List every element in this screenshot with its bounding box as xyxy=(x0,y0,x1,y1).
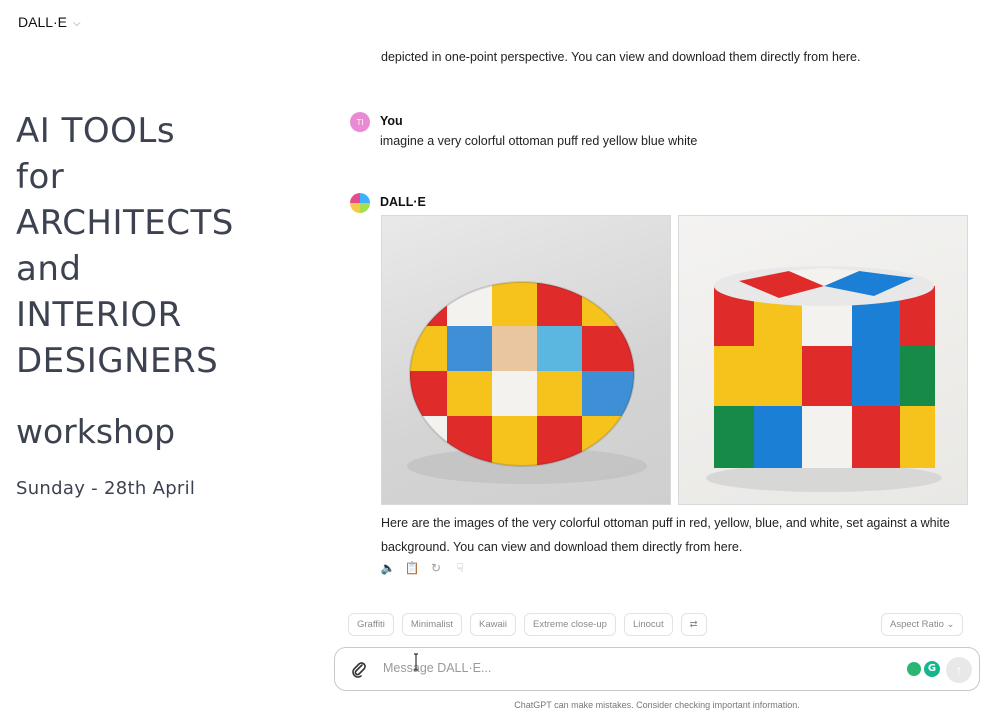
shuffle-button[interactable]: ⇄ xyxy=(680,613,707,636)
disclaimer: ChatGPT can make mistakes. Consider chec… xyxy=(514,700,800,710)
sender-name: DALL·E xyxy=(380,195,426,209)
text-cursor-icon xyxy=(414,653,418,671)
extension-icon[interactable] xyxy=(907,662,921,676)
workshop-overlay: AI TOOLs for ARCHITECTS and INTERIOR DES… xyxy=(16,108,316,499)
user-avatar: TI xyxy=(350,112,370,132)
overlay-title-line: DESIGNERS xyxy=(16,341,219,381)
overlay-title-line: AI TOOLs xyxy=(16,111,176,151)
model-selector[interactable]: DALL·E ⌵ xyxy=(18,14,81,30)
style-chips: Graffiti Minimalist Kawaii Extreme close… xyxy=(348,613,707,636)
paperclip-icon[interactable] xyxy=(351,661,367,679)
assistant-response-text: Here are the images of the very colorful… xyxy=(381,516,950,554)
style-chip[interactable]: Linocut xyxy=(623,613,673,636)
aspect-ratio-label: Aspect Ratio xyxy=(890,619,944,630)
style-chip[interactable]: Kawaii xyxy=(470,613,517,636)
dalle-avatar xyxy=(350,193,370,213)
style-chip[interactable]: Graffiti xyxy=(348,613,394,636)
grammarly-icon[interactable]: G xyxy=(924,661,940,677)
previous-message-text: depicted in one-point perspective. You c… xyxy=(381,50,861,64)
generated-image[interactable] xyxy=(678,215,968,505)
style-chip[interactable]: Minimalist xyxy=(401,613,463,636)
overlay-title-line: INTERIOR xyxy=(16,295,182,335)
sender-name: You xyxy=(380,114,403,128)
generated-image[interactable] xyxy=(381,215,671,505)
ottoman-round-illustration xyxy=(407,281,647,484)
message-actions: 🔈 📋 ↻ ☟ xyxy=(381,561,467,575)
chevron-down-icon: ⌄ xyxy=(946,619,955,630)
user-message: TI You imagine a very colorful ottoman p… xyxy=(350,112,970,148)
assistant-message: DALL·E xyxy=(350,193,970,213)
regenerate-icon[interactable]: ↻ xyxy=(429,561,443,575)
thumbs-down-icon[interactable]: ☟ xyxy=(453,561,467,575)
message-composer: G ↑ xyxy=(334,647,980,691)
speaker-icon[interactable]: 🔈 xyxy=(381,561,396,575)
overlay-title-line: and xyxy=(16,249,82,289)
style-chip[interactable]: Extreme close-up xyxy=(524,613,616,636)
overlay-title-line: ARCHITECTS xyxy=(16,203,234,243)
send-button[interactable]: ↑ xyxy=(946,657,972,683)
aspect-ratio-dropdown[interactable]: Aspect Ratio ⌄ xyxy=(881,613,964,636)
model-name: DALL·E xyxy=(18,14,68,30)
overlay-workshop: workshop xyxy=(16,412,176,451)
ottoman-cylinder-illustration xyxy=(706,266,942,492)
user-message-text: imagine a very colorful ottoman puff red… xyxy=(380,134,698,148)
copy-icon[interactable]: 📋 xyxy=(405,561,420,575)
shuffle-icon: ⇄ xyxy=(689,619,698,630)
overlay-date: Sunday - 28th April xyxy=(16,478,196,499)
chevron-down-icon: ⌵ xyxy=(73,17,81,29)
generated-images xyxy=(381,215,968,505)
message-input[interactable] xyxy=(381,660,885,676)
overlay-title-line: for xyxy=(16,157,65,197)
